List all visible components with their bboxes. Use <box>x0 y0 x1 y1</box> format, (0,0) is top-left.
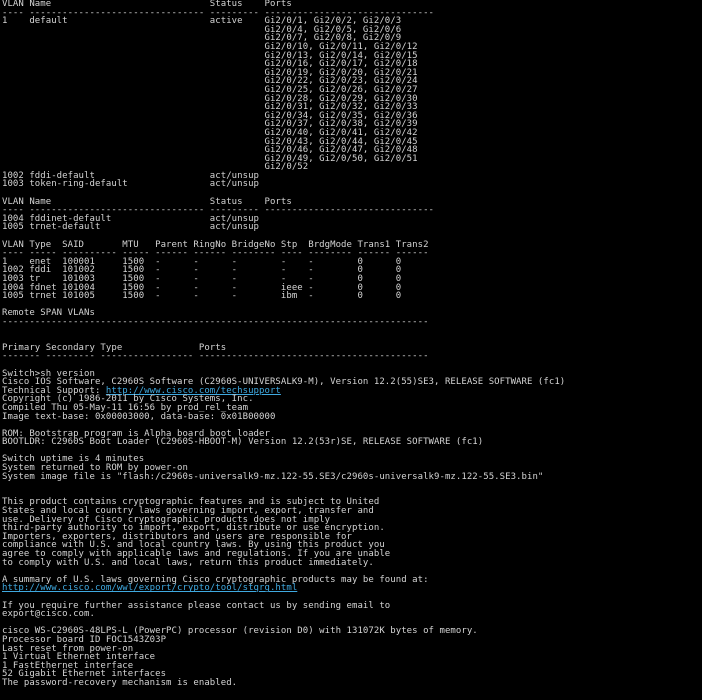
terminal-line: The password-recovery mechanism is enabl… <box>2 677 238 688</box>
terminal-url-link[interactable]: http://www.cisco.com/wwl/export/crypto/t… <box>2 583 297 593</box>
terminal-line: ----------------------------------------… <box>2 316 429 327</box>
terminal-line: to comply with U.S. and local laws, retu… <box>2 557 374 568</box>
terminal-line: export@cisco.com. <box>2 609 95 620</box>
terminal-window[interactable]: VLAN Name Status Ports ---- -------------… <box>0 0 702 700</box>
terminal-line: 1005 trnet 101005 1500 - - - ibm - 0 0 <box>2 291 402 302</box>
terminal-line: ------- --------- ----------------- ----… <box>2 351 429 362</box>
terminal-line: Image text-base: 0x00003000, data-base: … <box>2 411 276 422</box>
terminal-line: 1003 token-ring-default act/unsup <box>2 179 260 190</box>
terminal-line: http://www.cisco.com/wwl/export/crypto/t… <box>2 584 702 593</box>
terminal-line: If you require further assistance please… <box>2 600 391 611</box>
terminal-line: BOOTLDR: C2960S Boot Loader (C2960S-HBOO… <box>2 437 484 448</box>
terminal-line: 1005 trnet-default act/unsup <box>2 222 260 233</box>
terminal-output: VLAN Name Status Ports ---- -------------… <box>0 0 702 688</box>
terminal-line: System image file is "flash:/c2960s-univ… <box>2 471 544 482</box>
